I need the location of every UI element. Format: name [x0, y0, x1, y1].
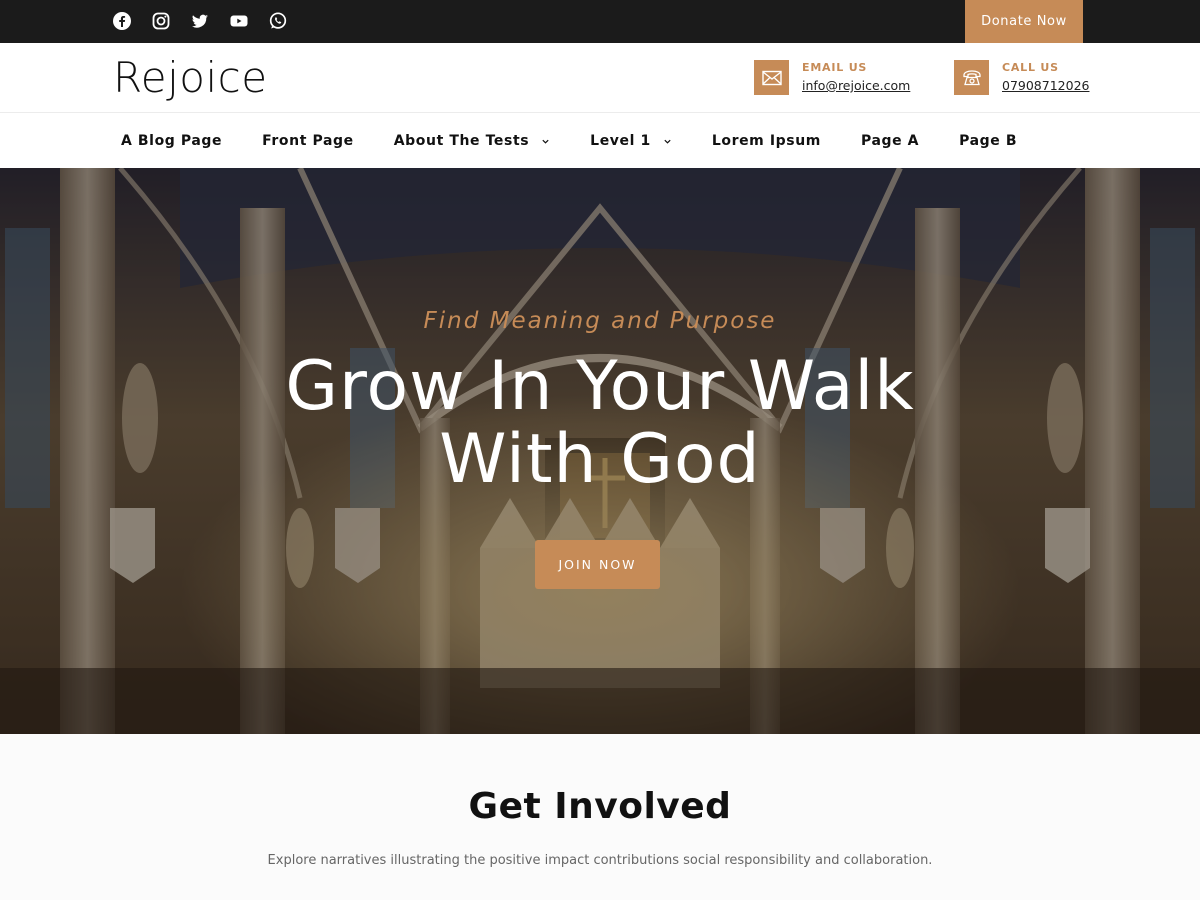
- site-logo[interactable]: Rejoice: [113, 53, 268, 102]
- top-bar: Donate Now: [0, 0, 1200, 43]
- chevron-down-icon: [542, 139, 549, 144]
- chevron-down-icon: [664, 139, 671, 144]
- nav-label: Lorem Ipsum: [711, 133, 821, 149]
- facebook-icon[interactable]: [112, 11, 132, 31]
- youtube-icon[interactable]: [229, 11, 249, 31]
- email-contact: EMAIL US info@rejoice.com: [754, 60, 910, 97]
- email-link[interactable]: info@rejoice.com: [802, 75, 910, 97]
- nav-label: Front Page: [262, 133, 354, 149]
- nav-label: Page A: [860, 133, 920, 149]
- whatsapp-icon[interactable]: [268, 11, 288, 31]
- envelope-icon: [754, 60, 789, 95]
- twitter-icon[interactable]: [190, 11, 210, 31]
- nav-item-a-blog-page[interactable]: A Blog Page: [121, 133, 222, 149]
- nav-label: A Blog Page: [121, 133, 223, 149]
- nav-item-lorem-ipsum[interactable]: Lorem Ipsum: [712, 133, 821, 149]
- nav-label: About The Tests: [393, 133, 530, 149]
- get-involved-section: Get Involved Explore narratives illustra…: [0, 734, 1200, 900]
- nav-item-page-b[interactable]: Page B: [959, 133, 1017, 149]
- phone-icon: [954, 60, 989, 95]
- nav-item-page-a[interactable]: Page A: [861, 133, 919, 149]
- hero-content: Find Meaning and Purpose Grow In Your Wa…: [0, 168, 1200, 734]
- nav-label: Level 1: [590, 133, 651, 149]
- hero-title: Grow In Your Walk With God: [285, 347, 915, 499]
- main-navigation: A Blog Page Front Page About The Tests L…: [0, 114, 1200, 168]
- section-title: Get Involved: [468, 786, 732, 827]
- email-label: EMAIL US: [802, 61, 868, 74]
- donate-button[interactable]: Donate Now: [965, 0, 1083, 43]
- phone-label: CALL US: [1002, 61, 1059, 74]
- site-header: Rejoice EMAIL US info@rejoice.com CALL U…: [0, 43, 1200, 113]
- phone-contact: CALL US 07908712026: [954, 60, 1089, 97]
- nav-label: Page B: [959, 133, 1018, 149]
- nav-item-front-page[interactable]: Front Page: [262, 133, 354, 149]
- hero-banner: Find Meaning and Purpose Grow In Your Wa…: [0, 168, 1200, 734]
- hero-kicker: Find Meaning and Purpose: [423, 308, 777, 334]
- join-now-button[interactable]: JOIN NOW: [535, 540, 660, 589]
- nav-item-about-the-tests[interactable]: About The Tests: [394, 133, 550, 149]
- instagram-icon[interactable]: [151, 11, 171, 31]
- phone-link[interactable]: 07908712026: [1002, 75, 1089, 97]
- social-links: [112, 11, 288, 31]
- nav-item-level-1[interactable]: Level 1: [590, 133, 672, 149]
- section-subtitle: Explore narratives illustrating the posi…: [267, 853, 933, 868]
